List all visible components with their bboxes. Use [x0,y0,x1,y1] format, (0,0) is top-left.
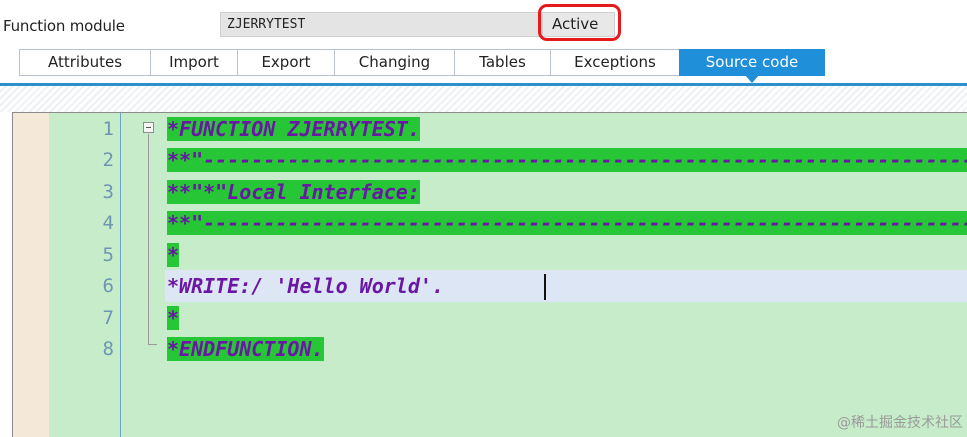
code-line-text: * [167,243,180,267]
text-cursor [544,274,546,300]
line-number-gutter: 1 2 3 4 5 6 7 8 [49,113,121,437]
code-line-7[interactable]: * [167,302,180,334]
line-number: 4 [102,212,114,234]
code-line-text: **"-------------------------------------… [167,148,967,172]
tab-import[interactable]: Import [150,49,237,76]
collapse-block-icon[interactable] [143,122,154,133]
code-line-text: **"*"Local Interface: [167,180,420,204]
code-line-text: *FUNCTION ZJERRYTEST. [167,117,420,141]
code-line-text: *WRITE:/ 'Hello World'. [167,274,444,298]
tab-changing[interactable]: Changing [334,49,454,76]
toolbar-area [0,86,967,112]
tab-attributes[interactable]: Attributes [19,49,150,76]
line-number: 3 [102,181,114,203]
tab-source-code[interactable]: Source code [679,49,825,83]
line-number: 5 [102,244,114,266]
line-number: 8 [102,338,114,360]
code-line-2[interactable]: **"-------------------------------------… [167,144,967,176]
line-number: 1 [102,118,114,140]
code-line-text: * [167,306,180,330]
code-line-text: *ENDFUNCTION. [167,337,324,361]
code-line-1[interactable]: *FUNCTION ZJERRYTEST. [167,113,420,145]
code-line-8[interactable]: *ENDFUNCTION. [167,333,324,365]
line-number: 6 [102,275,114,297]
line-number: 2 [102,149,114,171]
code-line-6[interactable]: *WRITE:/ 'Hello World'. [167,270,444,302]
function-module-label: Function module [3,17,125,35]
status-highlight-annotation [538,4,621,41]
tab-export[interactable]: Export [237,49,334,76]
fold-guide-end [148,344,157,345]
tab-tables[interactable]: Tables [454,49,550,76]
function-module-header: Function module ZJERRYTEST Active [0,0,967,46]
line-number: 7 [102,307,114,329]
fold-guide-line [148,134,149,344]
tab-strip: Attributes Import Export Changing Tables… [19,49,825,83]
function-module-name-field[interactable]: ZJERRYTEST [220,12,542,37]
breakpoint-margin[interactable] [13,113,49,437]
source-code-editor[interactable]: 1 2 3 4 5 6 7 8 *FUNCTION ZJERRYTEST. **… [12,112,967,437]
code-line-5[interactable]: * [167,239,180,271]
code-line-text: **"-------------------------------------… [167,211,967,235]
code-line-3[interactable]: **"*"Local Interface: [167,176,420,208]
tab-exceptions[interactable]: Exceptions [550,49,679,76]
code-line-4[interactable]: **"-------------------------------------… [167,207,967,239]
watermark: @稀土掘金技术社区 [837,415,963,431]
